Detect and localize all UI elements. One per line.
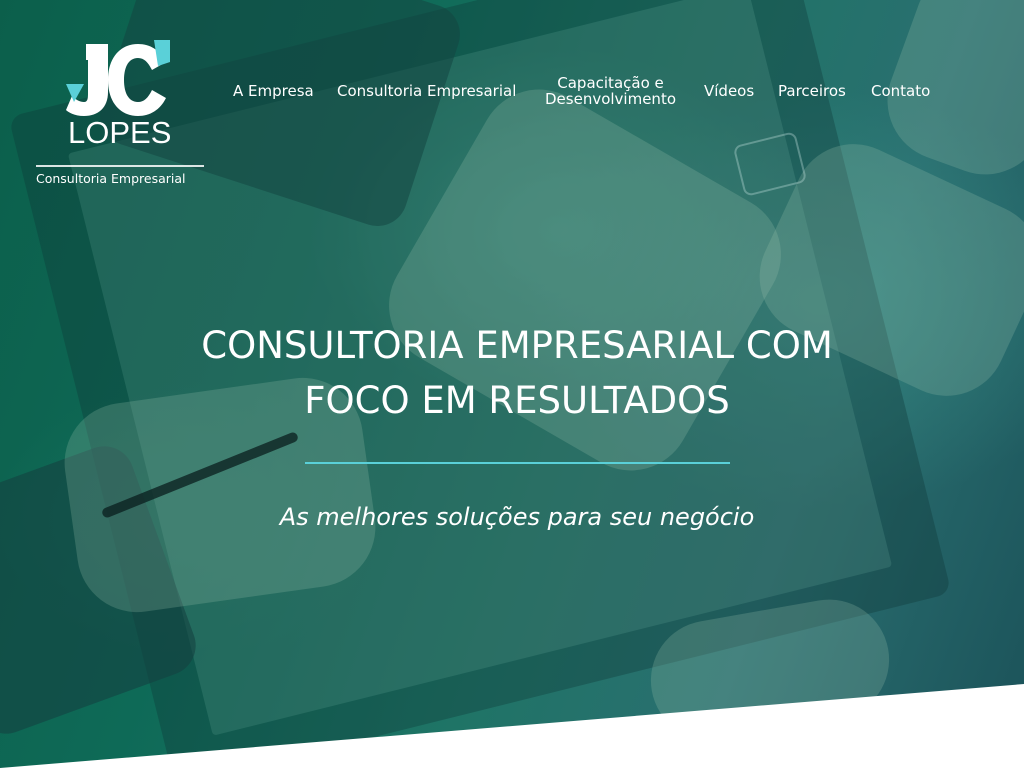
hero-section: LOPES Consultoria Empresarial A Empresa …	[0, 0, 1024, 768]
hero-divider	[305, 462, 730, 464]
nav-item-videos[interactable]: Vídeos	[704, 74, 754, 108]
nav-item-label-line2: Desenvolvimento	[545, 90, 677, 108]
hero-tagline: As melhores soluções para seu negócio	[279, 503, 755, 531]
nav-item-consultoria-empresarial[interactable]: Consultoria Empresarial	[337, 74, 516, 108]
logo-subtitle: Consultoria Empresarial	[36, 171, 186, 186]
nav-item-contato[interactable]: Contato	[871, 74, 930, 108]
hero-headline-line2: FOCO EM RESULTADOS	[304, 379, 730, 422]
hero-headline-line1: CONSULTORIA EMPRESARIAL COM	[201, 324, 833, 367]
logo-divider	[36, 165, 204, 167]
nav-item-capacitacao-desenvolvimento[interactable]: Capacitação e Desenvolvimento	[545, 75, 676, 107]
nav-item-parceiros[interactable]: Parceiros	[778, 74, 846, 108]
jc-logo-mark-icon	[66, 40, 170, 116]
nav-item-a-empresa[interactable]: A Empresa	[233, 74, 314, 108]
logo-name: LOPES	[68, 115, 172, 150]
hero-headline: CONSULTORIA EMPRESARIAL COM FOCO EM RESU…	[162, 318, 872, 428]
